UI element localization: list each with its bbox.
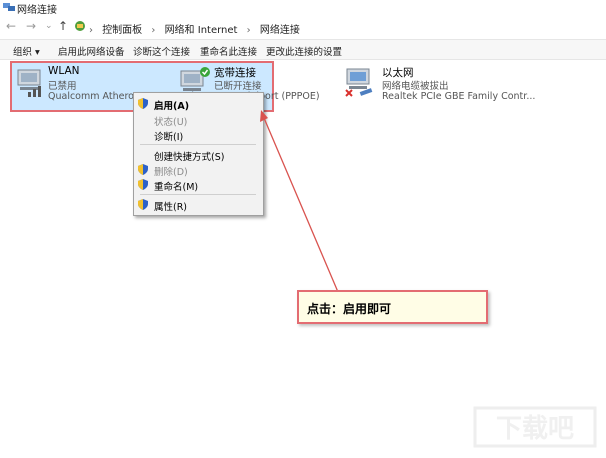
annotation-arrow [260, 110, 339, 293]
svg-text:下载吧: 下载吧 [496, 414, 574, 444]
annotation-callout: 点击：启用即可 [297, 290, 488, 324]
watermark-logo: 下载吧 [470, 403, 600, 453]
annotation-text: 点击：启用即可 [307, 302, 392, 316]
